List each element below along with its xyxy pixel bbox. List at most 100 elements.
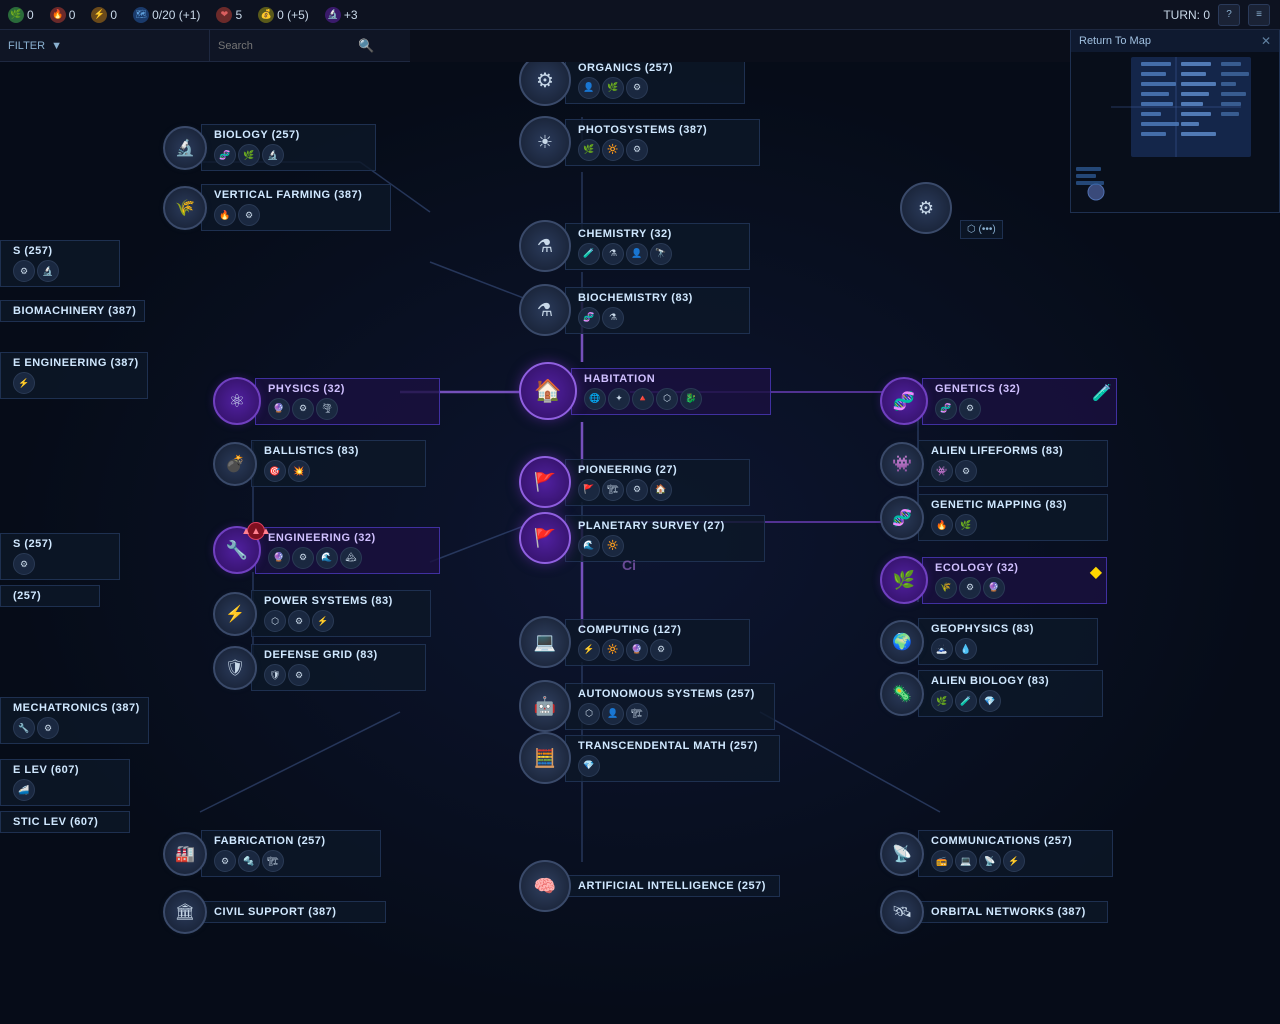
close-icon[interactable]: ✕ bbox=[1261, 34, 1271, 48]
alien-biology-icon: 🦠 bbox=[880, 672, 924, 716]
genetic-mapping-icon: 🧬 bbox=[880, 496, 924, 540]
tech-icon: ⚙ bbox=[292, 547, 314, 569]
tech-mechatronics-label: MECHATRONICS (387) bbox=[13, 702, 140, 714]
planetary-survey-label: PLANETARY SURVEY (27) bbox=[578, 520, 756, 532]
tech-habitation[interactable]: 🏠 HABITATION 🌐 ✦ 🔺 ⬡ 🐉 bbox=[519, 362, 771, 420]
geophysics-icon: 🌍 bbox=[880, 620, 924, 664]
tech-planetary-survey[interactable]: 🚩 PLANETARY SURVEY (27) 🌊 🔆 bbox=[519, 512, 765, 564]
tech-icon: 🌾 bbox=[935, 577, 957, 599]
alien-lifeforms-icon: 👾 bbox=[880, 442, 924, 486]
tech-genetics[interactable]: 🧬 GENETICS (32) 🧬 ⚙ 🧪 bbox=[880, 377, 1117, 425]
research-icon: 🔬 bbox=[325, 7, 341, 23]
tech-mechatronics[interactable]: MECHATRONICS (387) 🔧 ⚙ bbox=[0, 697, 149, 744]
resource-credits: 💰 0 (+5) bbox=[250, 7, 317, 23]
search-icon: 🔍 bbox=[358, 38, 374, 54]
credits-icon: 💰 bbox=[258, 7, 274, 23]
tech-vertical-farming[interactable]: 🌾 VERTICAL FARMING (387) 🔥 ⚙ bbox=[163, 184, 391, 231]
search-bar: 🔍 bbox=[210, 30, 410, 62]
ecology-badge: ◆ bbox=[1090, 562, 1102, 582]
tech-x257[interactable]: (257) bbox=[0, 585, 100, 607]
research-value: +3 bbox=[344, 8, 358, 22]
tech-icon: 🚄 bbox=[13, 779, 35, 801]
tech-top-right[interactable]: ⚙ bbox=[900, 182, 952, 234]
tech-s257b[interactable]: S (257) ⚙ bbox=[0, 533, 120, 580]
tech-icon: 🎯 bbox=[264, 460, 286, 482]
tech-icon: 💎 bbox=[979, 690, 1001, 712]
tech-biology[interactable]: 🔬 BIOLOGY (257) 🧬 🌿 🔬 bbox=[163, 124, 376, 171]
tech-engineering[interactable]: 🔧 ▲▲▲ ENGINEERING (32) 🔮 ⚙ 🌊 🏔 bbox=[213, 526, 440, 574]
tech-icon: 👤 bbox=[602, 703, 624, 725]
tech-power-systems[interactable]: ⚡ POWER SYSTEMS (83) ⬡ ⚙ ⚡ bbox=[213, 590, 431, 637]
filter-bar: FILTER ▼ bbox=[0, 30, 210, 62]
tech-e-engineering[interactable]: E ENGINEERING (387) ⚡ bbox=[0, 352, 148, 399]
tech-icon: 🌊 bbox=[578, 535, 600, 557]
tech-icon: 👤 bbox=[578, 77, 600, 99]
tech-icon: 🧪 bbox=[578, 243, 600, 265]
tech-organics[interactable]: ⚙ ORGANICS (257) 👤 🌿 ⚙ bbox=[519, 62, 745, 106]
pioneering-icon: 🚩 bbox=[519, 456, 571, 508]
tech-geophysics[interactable]: 🌍 GEOPHYSICS (83) 🗻 💧 bbox=[880, 618, 1098, 665]
tech-communications[interactable]: 📡 COMMUNICATIONS (257) 📻 💻 📡 ⚡ bbox=[880, 830, 1113, 877]
tech-civil-support[interactable]: 🏛 CIVIL SUPPORT (387) bbox=[163, 890, 386, 934]
tech-icon: 🐉 bbox=[680, 388, 702, 410]
tech-icon: ⚗ bbox=[602, 307, 624, 329]
tech-fabrication[interactable]: 🏭 FABRICATION (257) ⚙ 🔩 🏗 bbox=[163, 830, 381, 877]
search-input[interactable] bbox=[218, 40, 358, 52]
tech-biochemistry[interactable]: ⚗ BIOCHEMISTRY (83) 🧬 ⚗ bbox=[519, 284, 750, 336]
minimap: Return To Map ✕ bbox=[1070, 30, 1280, 213]
resource-health: ❤ 5 bbox=[208, 7, 250, 23]
tech-ai[interactable]: 🧠 ARTIFICIAL INTELLIGENCE (257) bbox=[519, 860, 780, 912]
tech-icon: ⚙ bbox=[650, 639, 672, 661]
tech-mag-lev[interactable]: E LEV (607) 🚄 bbox=[0, 759, 130, 806]
tech-icon: ⚡ bbox=[312, 610, 334, 632]
tech-genetic-mapping[interactable]: 🧬 GENETIC MAPPING (83) 🔥 🌿 bbox=[880, 494, 1108, 541]
tech-icon: 🚩 bbox=[578, 479, 600, 501]
tech-photosystems[interactable]: ☀ PHOTOSYSTEMS (387) 🌿 🔆 ⚙ bbox=[519, 116, 760, 168]
tech-ballistics[interactable]: 💣 BALLISTICS (83) 🎯 💥 bbox=[213, 440, 426, 487]
tech-ecology[interactable]: 🌿 ECOLOGY (32) 🌾 ⚙ 🔮 ◆ bbox=[880, 556, 1107, 604]
communications-icon: 📡 bbox=[880, 832, 924, 876]
chemistry-icon: ⚗ bbox=[519, 220, 571, 272]
filter-button[interactable]: FILTER ▼ bbox=[8, 40, 62, 52]
tech-icon: ⚡ bbox=[1003, 850, 1025, 872]
biology-icon: 🔬 bbox=[163, 126, 207, 170]
tech-autonomous[interactable]: 🤖 AUTONOMOUS SYSTEMS (257) ⬡ 👤 🏗 bbox=[519, 680, 775, 732]
tech-chemistry[interactable]: ⚗ CHEMISTRY (32) 🧪 ⚗ 👤 🔭 bbox=[519, 220, 750, 272]
top-right-label: ⬡ (•••) bbox=[960, 220, 1003, 239]
tech-defense-grid[interactable]: 🛡 DEFENSE GRID (83) 🛡 ⚙ bbox=[213, 644, 426, 691]
resource-power: ⚡ 0 bbox=[83, 7, 125, 23]
menu-button[interactable]: ≡ bbox=[1248, 4, 1270, 26]
tech-icon: ⚙ bbox=[238, 204, 260, 226]
fire-value: 0 bbox=[69, 8, 76, 22]
tech-s257[interactable]: S (257) ⚙ 🔬 bbox=[0, 240, 120, 287]
tech-biomachinery[interactable]: BIOMACHINERY (387) bbox=[0, 300, 145, 322]
tech-icon: 🔧 bbox=[13, 717, 35, 739]
tech-alien-lifeforms[interactable]: 👾 ALIEN LIFEFORMS (83) 👾 ⚙ bbox=[880, 440, 1108, 487]
tech-e-engineering-label: E ENGINEERING (387) bbox=[13, 357, 139, 369]
tech-mag-lev-label: E LEV (607) bbox=[13, 764, 121, 776]
tech-transcendental[interactable]: 🧮 TRANSCENDENTAL MATH (257) 💎 bbox=[519, 732, 780, 784]
help-button[interactable]: ? bbox=[1218, 4, 1240, 26]
tech-icon: 🌿 bbox=[238, 144, 260, 166]
map-icon: 🗺 bbox=[133, 7, 149, 23]
tech-icon: 🔥 bbox=[214, 204, 236, 226]
minimap-header[interactable]: Return To Map ✕ bbox=[1071, 30, 1279, 52]
energy-value: 0 bbox=[27, 8, 34, 22]
planetary-survey-icon: 🚩 bbox=[519, 512, 571, 564]
tech-icon: ⚗ bbox=[602, 243, 624, 265]
top-bar: 🌿 0 🔥 0 ⚡ 0 🗺 0/20 (+1) ❤ 5 💰 0 (+5) 🔬 +… bbox=[0, 0, 1280, 30]
tech-icon: 🔆 bbox=[602, 139, 624, 161]
tech-elastic-lev[interactable]: STIC LEV (607) bbox=[0, 811, 130, 833]
tech-pioneering[interactable]: 🚩 PIONEERING (27) 🚩 🏗 ⚙ 🏠 bbox=[519, 456, 750, 508]
tech-physics[interactable]: ⚛ PHYSICS (32) 🔮 ⚙ 🌪 bbox=[213, 377, 440, 425]
tech-icon: ⚙ bbox=[288, 664, 310, 686]
tech-icon: ⬡ bbox=[264, 610, 286, 632]
tech-alien-biology[interactable]: 🦠 ALIEN BIOLOGY (83) 🌿 🧪 💎 bbox=[880, 670, 1103, 717]
tech-icon: 🔭 bbox=[650, 243, 672, 265]
tech-icon: ⚙ bbox=[288, 610, 310, 632]
tech-icon: ⬡ bbox=[656, 388, 678, 410]
tech-icon: 💥 bbox=[288, 460, 310, 482]
tech-computing[interactable]: 💻 COMPUTING (127) ⚡ 🔆 🔮 ⚙ bbox=[519, 616, 750, 668]
tech-orbital-networks[interactable]: 🛰 ORBITAL NETWORKS (387) bbox=[880, 890, 1108, 934]
return-map-label[interactable]: Return To Map bbox=[1079, 35, 1151, 47]
